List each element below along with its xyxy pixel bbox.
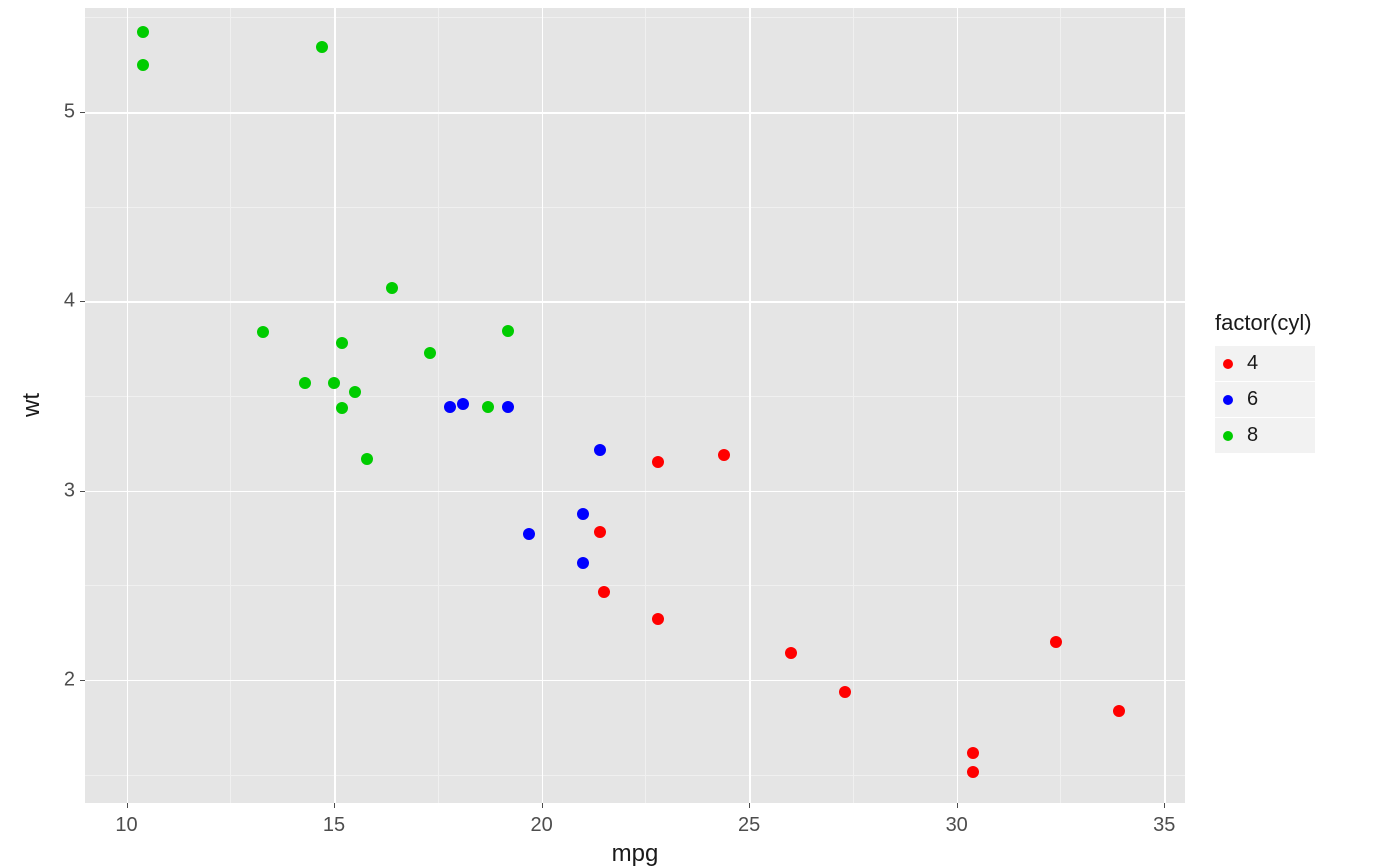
data-point <box>967 766 979 778</box>
data-point <box>598 586 610 598</box>
grid-minor-v <box>853 8 854 803</box>
data-point <box>336 337 348 349</box>
data-point <box>502 401 514 413</box>
x-tick-label: 10 <box>115 814 137 837</box>
data-point <box>839 686 851 698</box>
y-tick-label: 5 <box>64 101 75 124</box>
x-tick-label: 15 <box>323 814 345 837</box>
data-point <box>482 401 494 413</box>
x-axis-title: mpg <box>612 840 659 868</box>
data-point <box>523 528 535 540</box>
grid-minor-h <box>85 207 1185 208</box>
legend-item: 6 <box>1215 382 1315 417</box>
grid-major-h <box>85 491 1185 493</box>
grid-minor-v <box>438 8 439 803</box>
x-tick-label: 20 <box>530 814 552 837</box>
y-tick <box>80 112 85 113</box>
grid-minor-v <box>230 8 231 803</box>
grid-major-h <box>85 301 1185 303</box>
legend-swatch <box>1223 359 1233 369</box>
grid-minor-v <box>1060 8 1061 803</box>
data-point <box>424 347 436 359</box>
data-point <box>577 508 589 520</box>
legend-title: factor(cyl) <box>1215 310 1315 336</box>
data-point <box>257 326 269 338</box>
x-tick-label: 25 <box>738 814 760 837</box>
data-point <box>336 402 348 414</box>
chart-container <box>85 8 1185 803</box>
x-tick <box>1164 803 1165 808</box>
y-tick-label: 3 <box>64 479 75 502</box>
legend-label: 4 <box>1247 352 1258 375</box>
grid-minor-h <box>85 17 1185 18</box>
x-tick <box>334 803 335 808</box>
data-point <box>349 386 361 398</box>
legend-label: 6 <box>1247 388 1258 411</box>
data-point <box>502 325 514 337</box>
data-point <box>577 557 589 569</box>
data-point <box>1050 636 1062 648</box>
grid-major-v <box>542 8 544 803</box>
y-tick <box>80 301 85 302</box>
legend-swatch <box>1223 431 1233 441</box>
grid-minor-h <box>85 396 1185 397</box>
y-tick <box>80 680 85 681</box>
plot-area <box>85 8 1185 803</box>
data-point <box>652 456 664 468</box>
data-point <box>328 377 340 389</box>
grid-minor-h <box>85 585 1185 586</box>
grid-major-v <box>1164 8 1166 803</box>
y-tick-label: 4 <box>64 290 75 313</box>
x-tick-label: 30 <box>946 814 968 837</box>
data-point <box>785 647 797 659</box>
grid-major-v <box>334 8 336 803</box>
data-point <box>1113 705 1125 717</box>
grid-major-h <box>85 680 1185 682</box>
x-tick <box>542 803 543 808</box>
legend-item: 8 <box>1215 418 1315 453</box>
data-point <box>718 449 730 461</box>
x-tick <box>749 803 750 808</box>
data-point <box>299 377 311 389</box>
legend-item: 4 <box>1215 346 1315 381</box>
x-tick-label: 35 <box>1153 814 1175 837</box>
data-point <box>457 398 469 410</box>
data-point <box>316 41 328 53</box>
grid-major-v <box>749 8 751 803</box>
y-tick <box>80 491 85 492</box>
data-point <box>386 282 398 294</box>
legend-swatch <box>1223 395 1233 405</box>
grid-major-v <box>957 8 959 803</box>
grid-minor-h <box>85 775 1185 776</box>
y-tick-label: 2 <box>64 668 75 691</box>
data-point <box>137 26 149 38</box>
x-tick <box>957 803 958 808</box>
x-tick <box>127 803 128 808</box>
data-point <box>361 453 373 465</box>
grid-major-h <box>85 112 1185 114</box>
legend-label: 8 <box>1247 424 1258 447</box>
data-point <box>137 59 149 71</box>
y-axis-title: wt <box>18 393 46 417</box>
grid-minor-v <box>645 8 646 803</box>
data-point <box>594 526 606 538</box>
data-point <box>594 444 606 456</box>
data-point <box>967 747 979 759</box>
legend: factor(cyl) 4 6 8 <box>1215 310 1315 454</box>
data-point <box>444 401 456 413</box>
grid-major-v <box>127 8 129 803</box>
data-point <box>652 613 664 625</box>
